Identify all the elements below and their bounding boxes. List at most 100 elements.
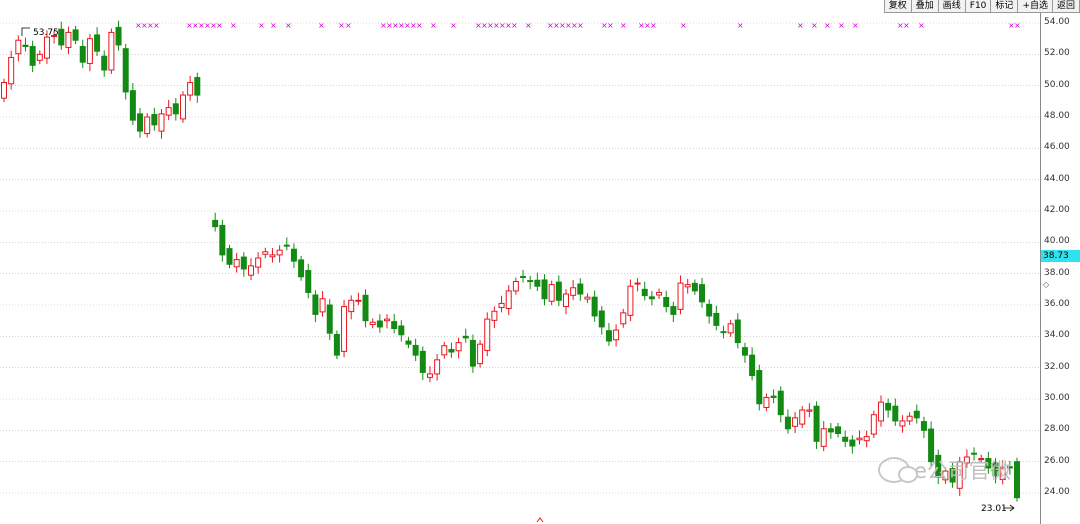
candle-down	[691, 282, 698, 292]
event-marker-icon: ×	[270, 21, 277, 30]
candle-up	[512, 281, 519, 292]
toolbar-button-overlay[interactable]: 叠加	[912, 0, 939, 12]
event-marker-icon: ×	[824, 21, 831, 30]
candle-up	[65, 31, 72, 48]
candle-up	[441, 345, 448, 356]
candle-up	[806, 409, 813, 412]
candle-down	[741, 347, 748, 356]
event-marker-icon: ×	[416, 21, 423, 30]
bottom-marker-icon	[536, 517, 544, 523]
candle-down	[892, 405, 899, 422]
candle-up	[562, 293, 569, 308]
candle-down	[194, 77, 201, 96]
candle-down	[842, 436, 849, 442]
candle-down	[137, 113, 144, 132]
event-marker-icon: ×	[852, 21, 859, 30]
candle-down	[469, 339, 476, 367]
candle-down	[770, 395, 777, 398]
candle-down	[713, 312, 720, 326]
watermark: e公司官微	[878, 455, 1011, 485]
wechat-icon	[878, 457, 918, 483]
toolbar-button-draw[interactable]: 画线	[939, 0, 966, 12]
candle-up	[255, 257, 262, 268]
high-price-label: 53.75	[33, 28, 59, 38]
candle-down	[283, 244, 290, 247]
candle-up	[877, 401, 884, 422]
annotations: 53.75 23.01	[21, 27, 1015, 523]
y-tick-label: 26.00	[1044, 455, 1070, 466]
candle-up	[613, 329, 620, 341]
candle-up	[86, 38, 93, 64]
candle-up	[620, 312, 627, 325]
candle-up	[684, 284, 691, 288]
candle-up	[43, 36, 50, 59]
candle-down	[22, 44, 29, 48]
candle-up	[570, 287, 577, 296]
candle-up	[899, 420, 906, 427]
candle-up	[319, 298, 326, 313]
candle-up	[906, 415, 913, 422]
y-tick-label: 48.00	[1044, 111, 1070, 121]
candle-up	[262, 251, 269, 255]
candle-down	[122, 48, 129, 93]
candle-down	[885, 402, 892, 411]
event-marker-icon: ×	[430, 21, 437, 30]
event-marker-icon: ×	[680, 21, 687, 30]
toolbar-button-back[interactable]: 返回	[1053, 0, 1080, 12]
candle-down	[784, 416, 791, 430]
event-marker-icon: ×	[153, 21, 160, 30]
toolbar-button-mark[interactable]: 标记	[991, 0, 1019, 12]
toolbar-button-add-watchlist[interactable]: +自选	[1018, 0, 1053, 12]
y-tick-label: 24.00	[1044, 487, 1070, 497]
candle-up	[727, 323, 734, 334]
candle-up	[820, 428, 827, 447]
candle-down	[412, 344, 419, 356]
candle-up	[477, 343, 484, 365]
candle-down	[172, 103, 179, 115]
candlestick-chart[interactable]: × × × × × × × × × × × × × × × × × × × × × × × × × × × × × × × × × × × × × × × ×…	[0, 0, 1040, 524]
price-axis[interactable]: 54.00 52.00 50.00 48.00 46.00 44.00 42.00 40.00…	[1040, 0, 1080, 524]
event-marker-icon: ×	[285, 21, 292, 30]
candle-up	[455, 342, 462, 352]
candle-up	[179, 94, 186, 120]
event-marker-icon: ×	[838, 21, 845, 30]
y-tick-label: 36.00	[1044, 299, 1070, 309]
candle-down	[598, 310, 605, 328]
event-marker-icon: ×	[338, 21, 345, 30]
event-marker-icon: ×	[1014, 21, 1021, 30]
candle-up	[247, 265, 254, 276]
candle-down	[534, 279, 541, 287]
candle-down	[419, 350, 426, 373]
candle-down	[756, 369, 763, 405]
event-marker-icon: ×	[577, 21, 584, 30]
candle-up	[799, 409, 806, 425]
candle-down	[219, 224, 226, 256]
scroll-diamond-icon[interactable]: ◇	[1043, 280, 1049, 289]
toolbar-button-f10[interactable]: F10	[966, 0, 992, 12]
candle-down	[398, 325, 405, 336]
candle-up	[187, 82, 194, 96]
toolbar-button-adjust[interactable]: 复权	[885, 0, 912, 12]
event-markers: × × × × × × × × × × × × × × × × × × × × × × × × × × × × × × × × × × × × × × × ×…	[135, 21, 1021, 30]
y-tick-label: 30.00	[1044, 393, 1070, 403]
candle-down	[333, 333, 340, 356]
candle-down	[129, 90, 136, 121]
candle-up	[36, 53, 43, 61]
candle-down	[115, 26, 122, 46]
y-tick-label: 34.00	[1044, 330, 1070, 341]
y-tick-label: 42.00	[1044, 205, 1070, 215]
event-marker-icon: ×	[216, 21, 223, 30]
candle-down	[605, 330, 612, 342]
candle-down	[555, 281, 562, 301]
gridlines	[0, 22, 1040, 494]
candle-down	[94, 34, 101, 52]
current-price-badge: 38.73	[1041, 250, 1080, 262]
candle-down	[240, 256, 247, 270]
candle-up	[870, 414, 877, 435]
candle-down	[520, 275, 527, 278]
candle-down	[835, 426, 842, 434]
event-marker-icon: ×	[607, 21, 614, 30]
candle-up	[165, 107, 172, 116]
candle-down	[849, 439, 856, 447]
candle-down	[734, 319, 741, 344]
